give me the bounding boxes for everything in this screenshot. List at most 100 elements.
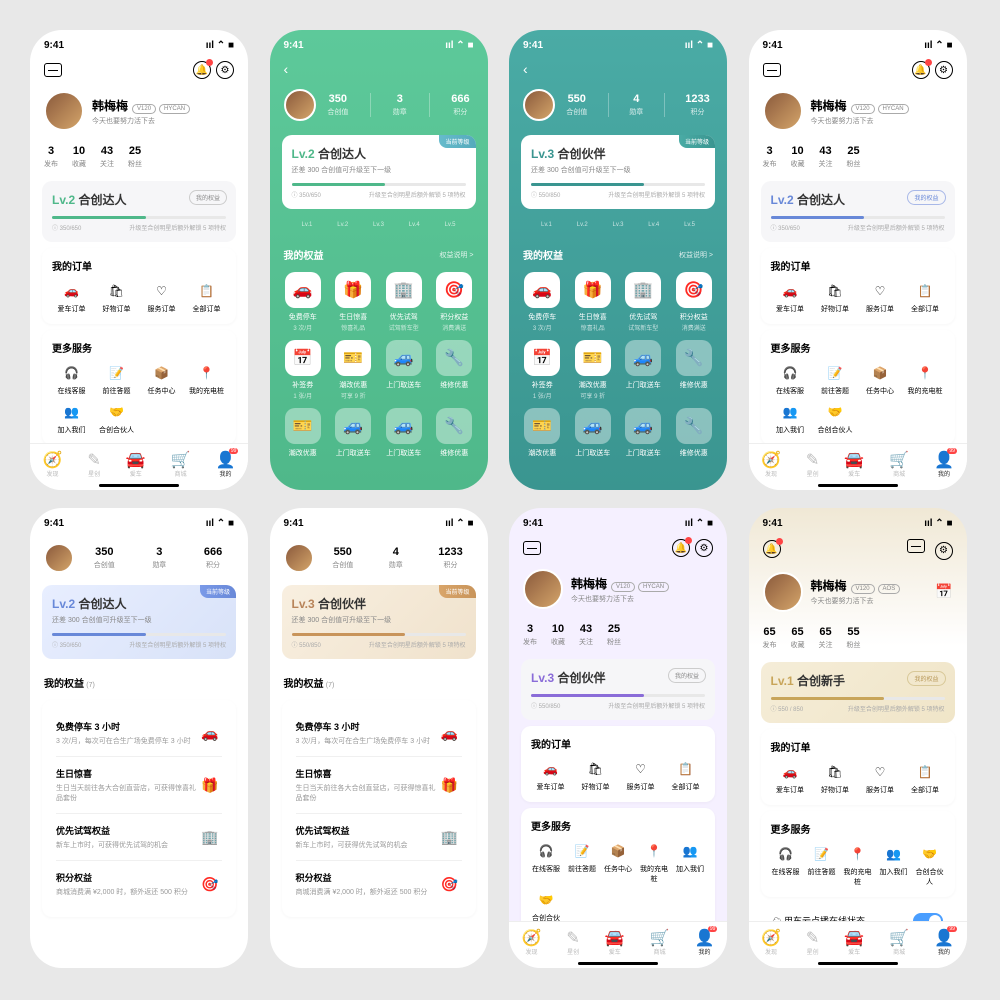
stat-item[interactable]: 4勋章 [389,546,403,570]
tab-3[interactable]: 🛒商城 [889,928,909,956]
grid-item[interactable]: 📋全部订单 [187,281,226,314]
grid-item[interactable]: 🎧在线客服 [771,844,801,887]
tab-2[interactable]: 🚘爱车 [126,450,146,478]
grid-item[interactable]: 🤝合创合伙人 [915,844,945,887]
profile-header[interactable]: 韩梅梅V120HYCAN今天也要努力活下去 [30,83,248,139]
benefit-item[interactable]: 🚗免费停车3 次/月 [521,272,564,332]
stat-item[interactable]: 4勋章 [629,93,643,117]
grid-item[interactable]: 📝前往答题 [816,363,855,396]
stat-item[interactable]: 550合创值 [332,546,353,570]
benefit-item[interactable]: 🔧维修优惠 [433,340,476,400]
grid-item[interactable]: 📝前往答题 [97,363,136,396]
grid-item[interactable]: 📝前往答题 [807,844,837,887]
stat-item[interactable]: 43关注 [579,623,593,647]
stat-item[interactable]: 3发布 [523,623,537,647]
tab-1[interactable]: ✎星创 [806,450,819,478]
grid-item[interactable]: 🎧在线客服 [531,841,561,884]
grid-item[interactable]: ♡服务订单 [861,281,900,314]
benefit-item[interactable]: 🚙上门取送车 [383,408,426,459]
grid-item[interactable]: 🛍好物订单 [816,762,855,795]
benefits-link[interactable]: 权益说明 > [439,250,473,260]
scan-icon[interactable] [44,63,62,77]
benefit-row[interactable]: 免费停车 3 小时3 次/月，每次可在合生广场免费停车 3 小时🚗 [296,710,462,757]
grid-item[interactable]: 📍我的充电桩 [639,841,669,884]
tab-0[interactable]: 🧭发现 [42,450,62,478]
grid-item[interactable]: ♡服务订单 [861,762,900,795]
grid-item[interactable]: 🤝合创合伙人 [97,402,136,435]
benefit-item[interactable]: 🎫潮改优惠可享 9 折 [332,340,375,400]
stat-item[interactable]: 350合创值 [327,93,348,117]
grid-item[interactable]: 📍我的充电桩 [843,844,873,887]
grid-item[interactable]: 📋全部订单 [666,759,705,792]
grid-item[interactable]: 🛍好物订单 [97,281,136,314]
benefit-row[interactable]: 优先试驾权益新车上市时，可获得优先试驾的机会🏢 [296,814,462,861]
benefit-item[interactable]: 🚙上门取送车 [622,408,665,459]
grid-item[interactable]: 🤝合创合伙人 [816,402,855,435]
benefit-item[interactable]: 🚙上门取送车 [572,408,615,459]
stat-item[interactable]: 65关注 [819,626,833,650]
grid-item[interactable]: 📍我的充电桩 [187,363,226,396]
stat-item[interactable]: 65发布 [763,626,777,650]
grid-item[interactable]: 🎧在线客服 [771,363,810,396]
tab-1[interactable]: ✎星创 [566,928,579,956]
my-benefits-btn[interactable]: 我的权益 [189,190,227,205]
tab-2[interactable]: 🚘爱车 [844,450,864,478]
bell-icon[interactable]: 🔔 [193,61,211,79]
stat-item[interactable]: 10收藏 [72,145,86,169]
tab-0[interactable]: 🧭发现 [761,450,781,478]
benefit-item[interactable]: 🚙上门取送车 [383,340,426,400]
benefit-item[interactable]: 🔧维修优惠 [673,340,716,400]
tab-1[interactable]: ✎星创 [806,928,819,956]
stat-item[interactable]: 43关注 [819,145,833,169]
benefit-item[interactable]: 📅补签券1 张/月 [282,340,325,400]
tab-1[interactable]: ✎星创 [87,450,100,478]
avatar[interactable] [44,91,84,131]
benefit-item[interactable]: 🚙上门取送车 [622,340,665,400]
stat-item[interactable]: 25粉丝 [607,623,621,647]
tab-4[interactable]: 👤99我的 [216,450,236,478]
stat-item[interactable]: 666积分 [451,93,469,117]
stat-item[interactable]: 43关注 [100,145,114,169]
tab-0[interactable]: 🧭发现 [761,928,781,956]
grid-item[interactable]: 📦任务中心 [861,363,900,396]
benefit-item[interactable]: 📅补签券1 张/月 [521,340,564,400]
gear-icon[interactable]: ⚙ [216,61,234,79]
tab-0[interactable]: 🧭发现 [521,928,541,956]
calendar-icon[interactable]: 📅 [935,583,952,600]
stat-item[interactable]: 1233积分 [438,546,462,570]
grid-item[interactable]: 🚗爱车订单 [771,281,810,314]
benefit-row[interactable]: 免费停车 3 小时3 次/月，每次可在合生广场免费停车 3 小时🚗 [56,710,222,757]
grid-item[interactable]: 📦任务中心 [142,363,181,396]
tab-4[interactable]: 👤99我的 [695,928,715,956]
benefit-item[interactable]: 🔧维修优惠 [433,408,476,459]
stat-item[interactable]: 25粉丝 [128,145,142,169]
back-icon[interactable]: ‹ [523,61,528,77]
benefit-item[interactable]: 🚗免费停车3 次/月 [282,272,325,332]
stat-item[interactable]: 350合创值 [94,546,115,570]
benefit-item[interactable]: 🔧维修优惠 [673,408,716,459]
stat-item[interactable]: 3发布 [763,145,777,169]
stat-item[interactable]: 1233积分 [685,93,709,117]
grid-item[interactable]: 🎧在线客服 [52,363,91,396]
benefit-item[interactable]: 🏢优先试驾试驾新车型 [383,272,426,332]
tab-2[interactable]: 🚘爱车 [844,928,864,956]
benefit-item[interactable]: 🏢优先试驾试驾新车型 [622,272,665,332]
benefit-item[interactable]: 🎫潮改优惠 [521,408,564,459]
benefit-row[interactable]: 生日惊喜生日当天前往各大合创直营店，可获得惊喜礼品套份🎁 [56,757,222,814]
grid-item[interactable]: 📝前往答题 [567,841,597,884]
grid-item[interactable]: 📍我的充电桩 [906,363,945,396]
stat-item[interactable]: 10收藏 [791,145,805,169]
grid-item[interactable]: 🛍好物订单 [576,759,615,792]
level-card[interactable]: Lv.2 合创达人 我的权益 ⓘ 350/650升级至合创明星后额外解锁 5 项… [42,181,236,242]
grid-item[interactable]: ♡服务订单 [142,281,181,314]
benefit-item[interactable]: 🎯积分权益消费满送 [673,272,716,332]
stat-item[interactable]: 3发布 [44,145,58,169]
grid-item[interactable]: 🚗爱车订单 [52,281,91,314]
tab-3[interactable]: 🛒商城 [650,928,670,956]
tab-4[interactable]: 👤99我的 [934,928,954,956]
grid-item[interactable]: 🛍好物订单 [816,281,855,314]
grid-item[interactable]: 👥加入我们 [52,402,91,435]
back-icon[interactable]: ‹ [284,61,289,77]
stat-item[interactable]: 3勋章 [393,93,407,117]
benefit-row[interactable]: 优先试驾权益新车上市时，可获得优先试驾的机会🏢 [56,814,222,861]
